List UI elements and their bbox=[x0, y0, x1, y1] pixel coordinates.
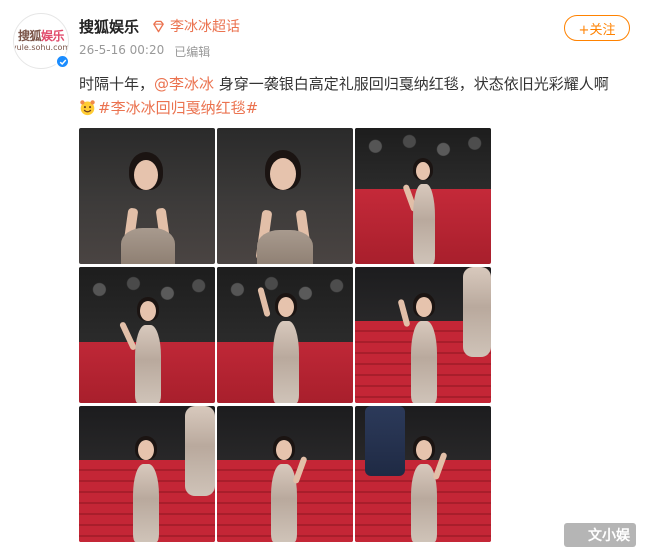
photo-thumbnail[interactable] bbox=[355, 128, 491, 264]
photo-subject bbox=[79, 406, 215, 542]
post-meta: 26-5-16 00:20 已编辑 bbox=[79, 43, 210, 60]
avatar-logo-text: 搜狐娱乐 bbox=[17, 29, 65, 43]
photo-thumbnail[interactable] bbox=[217, 128, 353, 264]
photo-thumbnail[interactable] bbox=[79, 128, 215, 264]
post-text: 时隔十年，@李冰冰 身穿一袭银白高定礼服回归戛纳红毯，状态依旧光彩耀人啊 #李冰… bbox=[79, 72, 634, 120]
photo-subject bbox=[355, 406, 491, 542]
post-timestamp[interactable]: 26-5-16 00:20 bbox=[79, 43, 164, 60]
emoji-icon bbox=[80, 100, 95, 116]
photo-subject bbox=[79, 128, 215, 264]
watermark-text: 文小娱 bbox=[564, 523, 636, 547]
mention-link[interactable]: @李冰冰 bbox=[154, 75, 214, 93]
author-name[interactable]: 搜狐娱乐 bbox=[79, 16, 139, 37]
photo-thumbnail[interactable] bbox=[79, 406, 215, 542]
photo-subject bbox=[217, 267, 353, 403]
photo-grid bbox=[79, 128, 492, 542]
photo-thumbnail[interactable] bbox=[217, 406, 353, 542]
super-topic-link[interactable]: 李冰冰超话 bbox=[151, 16, 240, 36]
photo-subject bbox=[79, 267, 215, 403]
photo-thumbnail[interactable] bbox=[217, 267, 353, 403]
post-text-prefix: 时隔十年， bbox=[79, 75, 155, 93]
verified-badge-icon bbox=[55, 54, 70, 69]
hashtag-link[interactable]: #李冰冰回归戛纳红毯# bbox=[98, 99, 258, 117]
diamond-icon bbox=[153, 20, 164, 32]
avatar[interactable]: 搜狐娱乐 yule.sohu.com bbox=[13, 13, 70, 69]
photo-thumbnail[interactable] bbox=[355, 406, 491, 542]
photo-thumbnail[interactable] bbox=[79, 267, 215, 403]
follow-button[interactable]: +关注 bbox=[564, 15, 630, 41]
photo-thumbnail[interactable] bbox=[355, 267, 491, 403]
weibo-post-card: 搜狐娱乐 yule.sohu.com 搜狐娱乐 李冰冰超话 26-5-16 00… bbox=[0, 0, 650, 557]
photo-subject bbox=[355, 128, 491, 264]
super-topic-label: 李冰冰超话 bbox=[170, 19, 241, 35]
photo-subject bbox=[217, 128, 353, 264]
edited-label[interactable]: 已编辑 bbox=[174, 43, 210, 60]
photo-subject bbox=[217, 406, 353, 542]
avatar-logo-url: yule.sohu.com bbox=[13, 43, 69, 52]
post-text-body: 身穿一袭银白高定礼服回归戛纳红毯，状态依旧光彩耀人啊 bbox=[214, 75, 609, 93]
photo-subject bbox=[355, 267, 491, 403]
author-row: 搜狐娱乐 李冰冰超话 bbox=[79, 16, 240, 36]
